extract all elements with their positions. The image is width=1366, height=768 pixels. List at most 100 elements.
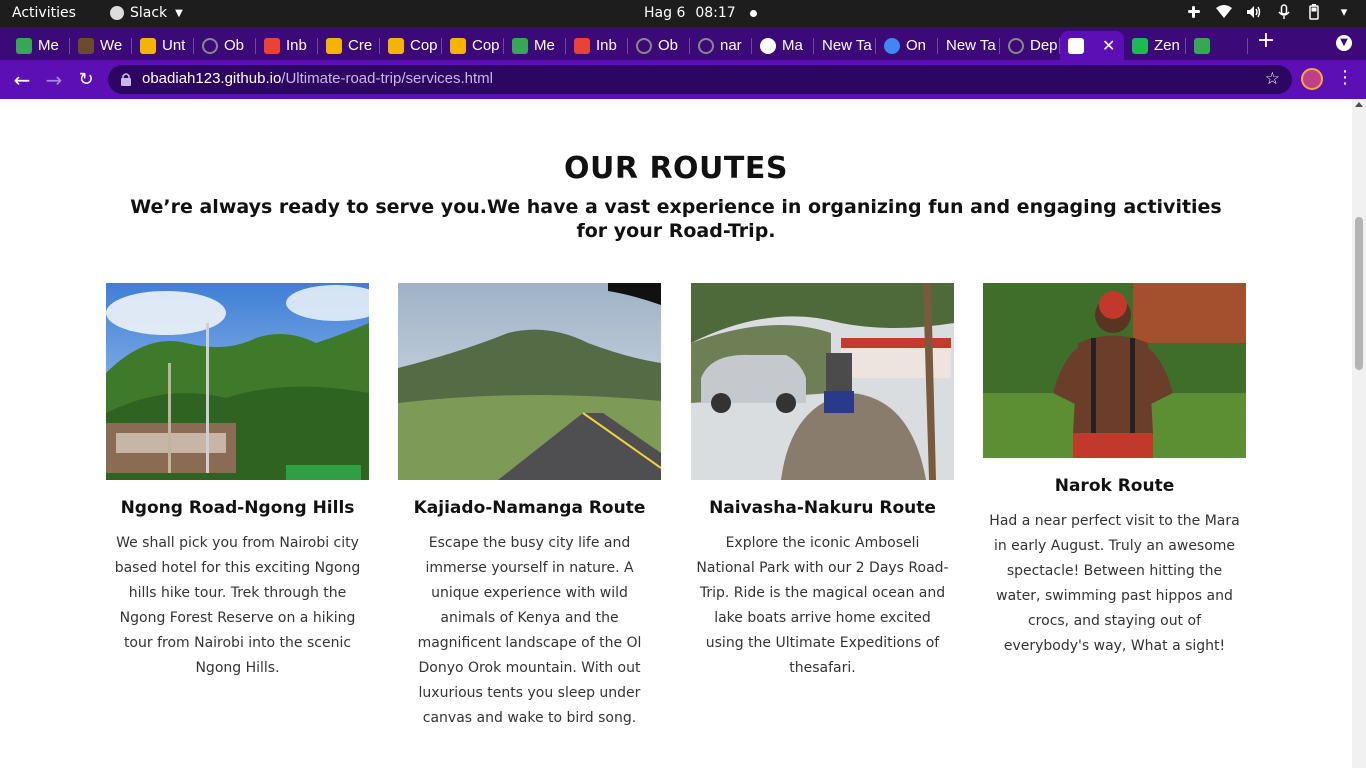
tab-label: We (100, 37, 123, 54)
page-content: OUR ROUTES We’re always ready to serve y… (0, 99, 1352, 768)
page-subtitle: We’re always ready to serve you.We have … (130, 196, 1222, 242)
google-slides-icon (450, 37, 466, 54)
tab-label: Me (534, 37, 555, 54)
system-top-bar: Activities Slack ▼ Hag 6 08:17 ▾ (0, 0, 1366, 27)
tab-label: Ma (782, 37, 803, 54)
forward-button[interactable]: → (43, 69, 65, 91)
battery-icon[interactable] (1306, 4, 1322, 20)
globe-icon (760, 37, 776, 54)
browser-tab[interactable]: Cre (318, 31, 380, 60)
browser-tab[interactable]: Me (504, 31, 566, 60)
back-button[interactable]: ← (11, 69, 33, 91)
google-meet-icon (16, 37, 32, 54)
github-icon (636, 37, 652, 54)
browser-tab[interactable]: nar (690, 31, 752, 60)
browser-tab[interactable]: ✕ (1060, 31, 1124, 60)
route-card: Kajiado-Namanga Route Escape the busy ci… (398, 283, 661, 731)
system-menu-chevron-icon[interactable]: ▾ (1336, 4, 1352, 20)
gmail-icon (264, 37, 280, 54)
slack-icon (110, 6, 124, 20)
google-meet-icon (512, 37, 528, 54)
page-title: OUR ROUTES (564, 151, 788, 186)
browser-tab[interactable]: We (70, 31, 132, 60)
tab-label: nar (720, 37, 742, 54)
tab-label: Ob (224, 37, 245, 54)
route-title: Kajiado-Namanga Route (413, 498, 646, 518)
app-name: Slack (130, 5, 168, 21)
browser-menu-icon[interactable]: ⋮ (1336, 67, 1354, 88)
browser-tab[interactable]: Inb (256, 31, 318, 60)
browser-tab[interactable]: Cop (442, 31, 504, 60)
leaf-icon (78, 37, 94, 54)
tab-label: Cre (348, 37, 373, 54)
browser-tab[interactable] (1186, 31, 1248, 60)
system-tray[interactable]: ▾ (1186, 4, 1352, 20)
scroll-up-icon[interactable] (1355, 102, 1363, 107)
notification-dot-icon (749, 9, 757, 17)
browser-tab[interactable]: Inb (566, 31, 628, 60)
close-tab-icon[interactable]: ✕ (1102, 36, 1115, 56)
route-card: Ngong Road-Ngong Hills We shall pick you… (106, 283, 369, 681)
url-host: obadiah123.github.io (142, 70, 282, 87)
tab-search-icon[interactable]: ▼ (1336, 35, 1352, 51)
route-description: We shall pick you from Nairobi city base… (114, 535, 361, 676)
tab-label: New Ta (822, 37, 872, 54)
route-title: Ngong Road-Ngong Hills (120, 498, 355, 518)
browser-tab[interactable]: On (876, 31, 938, 60)
tab-label: Inb (596, 37, 617, 54)
narok-maasai-photo (983, 283, 1246, 458)
slack-tray-icon[interactable] (1186, 4, 1202, 20)
gmail-icon (574, 37, 590, 54)
tab-label: Cop (472, 37, 500, 54)
url-path: /Ultimate-road-trip/services.html (281, 70, 494, 87)
scrollbar-thumb[interactable] (1355, 217, 1363, 370)
github-icon (202, 37, 218, 54)
kajiado-road-photo (398, 283, 661, 480)
tab-strip: Me We Unt Ob Inb Cre Cop Cop Me Inb Ob nar Ma New Ta O… (0, 27, 1366, 60)
route-card: Naivasha-Nakuru Route Explore the iconic… (691, 283, 954, 681)
url-text: obadiah123.github.io/Ultimate-road-trip/… (142, 70, 493, 87)
tab-separator (1247, 38, 1248, 54)
wifi-icon[interactable] (1216, 4, 1232, 20)
browser-tab[interactable]: Dep (1000, 31, 1060, 60)
route-title: Narok Route (1054, 476, 1175, 496)
reload-button[interactable]: ↻ (75, 69, 97, 91)
chrome-icon (884, 37, 900, 54)
app-menu[interactable]: Slack ▼ (110, 5, 183, 21)
tab-label: Dep (1030, 37, 1058, 54)
doc-icon (326, 37, 342, 54)
browser-tab[interactable]: Zen (1124, 31, 1186, 60)
chevron-down-icon: ▼ (175, 7, 183, 19)
tab-label: Zen (1154, 37, 1180, 54)
activities-button[interactable]: Activities (12, 5, 76, 21)
volume-icon[interactable] (1246, 4, 1262, 20)
google-slides-icon (140, 37, 156, 54)
route-description: Explore the iconic Amboseli National Par… (696, 535, 949, 676)
profile-avatar[interactable] (1301, 68, 1323, 90)
clock[interactable]: Hag 6 08:17 (644, 5, 757, 21)
tab-label: Inb (286, 37, 307, 54)
address-bar[interactable]: obadiah123.github.io/Ultimate-road-trip/… (108, 65, 1292, 94)
new-tab-button[interactable]: + (1256, 30, 1276, 52)
naivasha-rock-photo (691, 283, 954, 480)
ngong-hills-photo (106, 283, 369, 480)
browser-tab[interactable]: New Ta (814, 31, 876, 60)
zendesk-icon (1132, 37, 1148, 54)
date: Hag 6 (644, 5, 686, 21)
browser-tab[interactable]: Ob (194, 31, 256, 60)
bookmark-star-icon[interactable]: ☆ (1265, 69, 1280, 89)
tab-label: New Ta (946, 37, 996, 54)
route-title: Naivasha-Nakuru Route (709, 498, 936, 518)
tab-label: On (906, 37, 927, 54)
browser-tab[interactable]: Cop (380, 31, 442, 60)
browser-tab[interactable]: Unt (132, 31, 194, 60)
microphone-icon[interactable] (1276, 4, 1292, 20)
google-meet-icon (1194, 37, 1210, 54)
browser-tab[interactable]: Me (8, 31, 70, 60)
page-scrollbar[interactable] (1352, 99, 1366, 768)
tab-label: Unt (162, 37, 186, 54)
tab-label: Cop (410, 37, 438, 54)
browser-tab[interactable]: Ma (752, 31, 814, 60)
browser-tab[interactable]: New Ta (938, 31, 1000, 60)
browser-tab[interactable]: Ob (628, 31, 690, 60)
